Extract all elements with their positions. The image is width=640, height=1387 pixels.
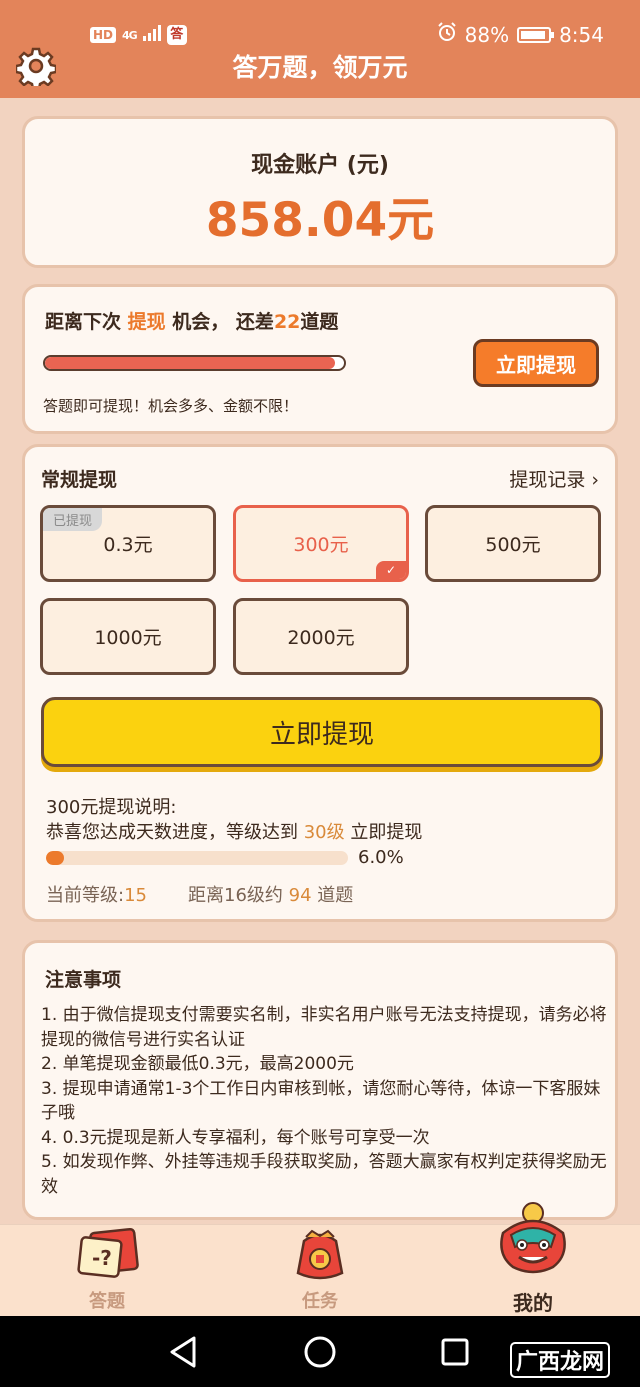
next-level-count: 94 <box>288 885 312 906</box>
amount-option-label: 500元 <box>485 534 541 556</box>
desc-level: 30级 <box>303 822 345 843</box>
withdraw-submit-button[interactable]: 立即提现 <box>41 697 603 767</box>
notes-list: 1. 由于微信提现支付需要实名制，非实名用户账号无法支持提现，请务必将提现的微信… <box>41 1003 607 1199</box>
svg-text:-?: -? <box>92 1246 112 1270</box>
current-level: 当前等级:15 <box>46 881 147 907</box>
note-item: 3. 提现申请通常1-3个工作日内审核到帐，请您耐心等待，体谅一下客服妹子哦 <box>41 1078 601 1124</box>
desc-suffix: 立即提现 <box>350 822 423 843</box>
withdraw-desc-text: 恭喜您达成天数进度，等级达到 30级 立即提现 <box>46 818 422 844</box>
amount-option-label: 0.3元 <box>103 534 153 556</box>
cash-account-amount: 858.04元 <box>205 193 435 248</box>
note-item: 2. 单笔提现金额最低0.3元，最高2000元 <box>41 1054 354 1074</box>
amount-option-label: 2000元 <box>287 627 355 649</box>
nav-label-tasks: 任务 <box>302 1291 338 1312</box>
network-type: 4G <box>122 28 138 42</box>
current-level-value: 15 <box>124 885 147 906</box>
next-withdraw-progress-fill <box>45 357 336 369</box>
regular-withdraw-card: 常规提现 提现记录 › 已提现 0.3元 300元 ✓ 500元 1000元 2… <box>22 444 618 922</box>
note-item: 5. 如发现作弊、外挂等违规手段获取奖励，答题大赢家有权判定获得奖励无效 <box>41 1152 607 1197</box>
amount-option-label: 300元 <box>293 534 349 556</box>
notes-title: 注意事项 <box>45 969 122 991</box>
next-level-info: 距离16级约 94 道题 <box>188 881 353 907</box>
watermark: 广西龙网 <box>509 1342 610 1378</box>
level-progress-percent: 6.0% <box>358 847 404 868</box>
withdraw-records-link[interactable]: 提现记录 › <box>509 465 599 492</box>
signal-bars-icon <box>142 24 161 46</box>
hd-indicator: HD <box>90 27 117 43</box>
quiz-card-icon: -? <box>74 1227 140 1285</box>
amount-option-label: 1000元 <box>94 627 162 649</box>
home-icon[interactable] <box>304 1336 336 1368</box>
remain-prefix: 还差 <box>235 311 274 333</box>
level-progress-bar <box>46 851 348 865</box>
remain-suffix: 道题 <box>300 311 339 333</box>
next-withdraw-prefix: 距离下次 <box>45 311 122 333</box>
back-icon[interactable] <box>170 1336 196 1368</box>
status-right: 88% 8:54 <box>437 22 604 47</box>
nav-label-quiz: 答题 <box>89 1291 125 1312</box>
nav-item-quiz[interactable]: -? 答题 <box>47 1225 167 1317</box>
page-title: 答万题，领万元 <box>232 53 408 82</box>
next-withdraw-progress-bar <box>43 355 346 371</box>
nav-label-mine: 我的 <box>513 1291 553 1315</box>
quick-withdraw-button[interactable]: 立即提现 <box>473 339 599 387</box>
next-withdraw-middle: 机会， <box>172 311 230 333</box>
cash-account-title: 现金账户 (元) <box>251 153 389 178</box>
lion-mascot-icon <box>493 1199 573 1289</box>
level-progress-fill <box>46 851 65 865</box>
alarm-icon <box>437 22 457 47</box>
battery-icon <box>517 26 555 43</box>
regular-withdraw-title: 常规提现 <box>41 469 118 491</box>
red-envelope-icon <box>288 1227 352 1287</box>
amount-option-1000[interactable]: 1000元 <box>40 598 216 675</box>
status-left: HD 4G 答 <box>90 24 187 46</box>
checkmark-icon: ✓ <box>376 561 406 579</box>
withdraw-promo-note: 答题即可提现！机会多多、金额不限！ <box>43 397 299 415</box>
app-notification-icon: 答 <box>166 25 187 45</box>
withdrawn-tag: 已提现 <box>43 508 103 531</box>
next-level-suffix: 道题 <box>317 885 354 906</box>
clock: 8:54 <box>559 22 604 47</box>
cash-account-card: 现金账户 (元) 858.04元 <box>22 116 618 268</box>
withdraw-records-label: 提现记录 <box>509 469 586 491</box>
current-level-label: 当前等级: <box>46 885 125 906</box>
desc-prefix: 恭喜您达成天数进度，等级达到 <box>46 822 298 843</box>
battery-percent: 88% <box>464 22 510 47</box>
recents-icon[interactable] <box>441 1338 469 1366</box>
next-withdraw-card: 距离下次 提现 机会， 还差22道题 立即提现 答题即可提现！机会多多、金额不限… <box>22 284 618 434</box>
chevron-right-icon: › <box>591 469 599 491</box>
remain-count: 22 <box>273 311 301 333</box>
amount-option-500[interactable]: 500元 <box>425 505 601 582</box>
note-item: 1. 由于微信提现支付需要实名制，非实名用户账号无法支持提现，请务必将提现的微信… <box>41 1005 607 1050</box>
amount-option-0-3[interactable]: 已提现 0.3元 <box>40 505 216 582</box>
nav-item-tasks[interactable]: 任务 <box>260 1225 380 1317</box>
next-level-prefix: 距离16级约 <box>188 885 283 906</box>
withdraw-desc-title: 300元提现说明: <box>46 797 177 818</box>
amount-option-2000[interactable]: 2000元 <box>233 598 409 675</box>
nav-item-mine[interactable]: 我的 <box>473 1202 593 1317</box>
next-withdraw-keyword: 提现 <box>127 311 166 333</box>
note-item: 4. 0.3元提现是新人专享福利，每个账号可享受一次 <box>41 1127 430 1148</box>
bottom-nav: -? 答题 任务 我的 <box>0 1202 640 1317</box>
amount-option-300[interactable]: 300元 ✓ <box>233 505 409 582</box>
next-withdraw-text: 距离下次 提现 机会， 还差22道题 <box>45 307 338 334</box>
watermark-text: 广西龙网 <box>509 1342 610 1378</box>
notes-card: 注意事项 1. 由于微信提现支付需要实名制，非实名用户账号无法支持提现，请务必将… <box>22 940 618 1220</box>
